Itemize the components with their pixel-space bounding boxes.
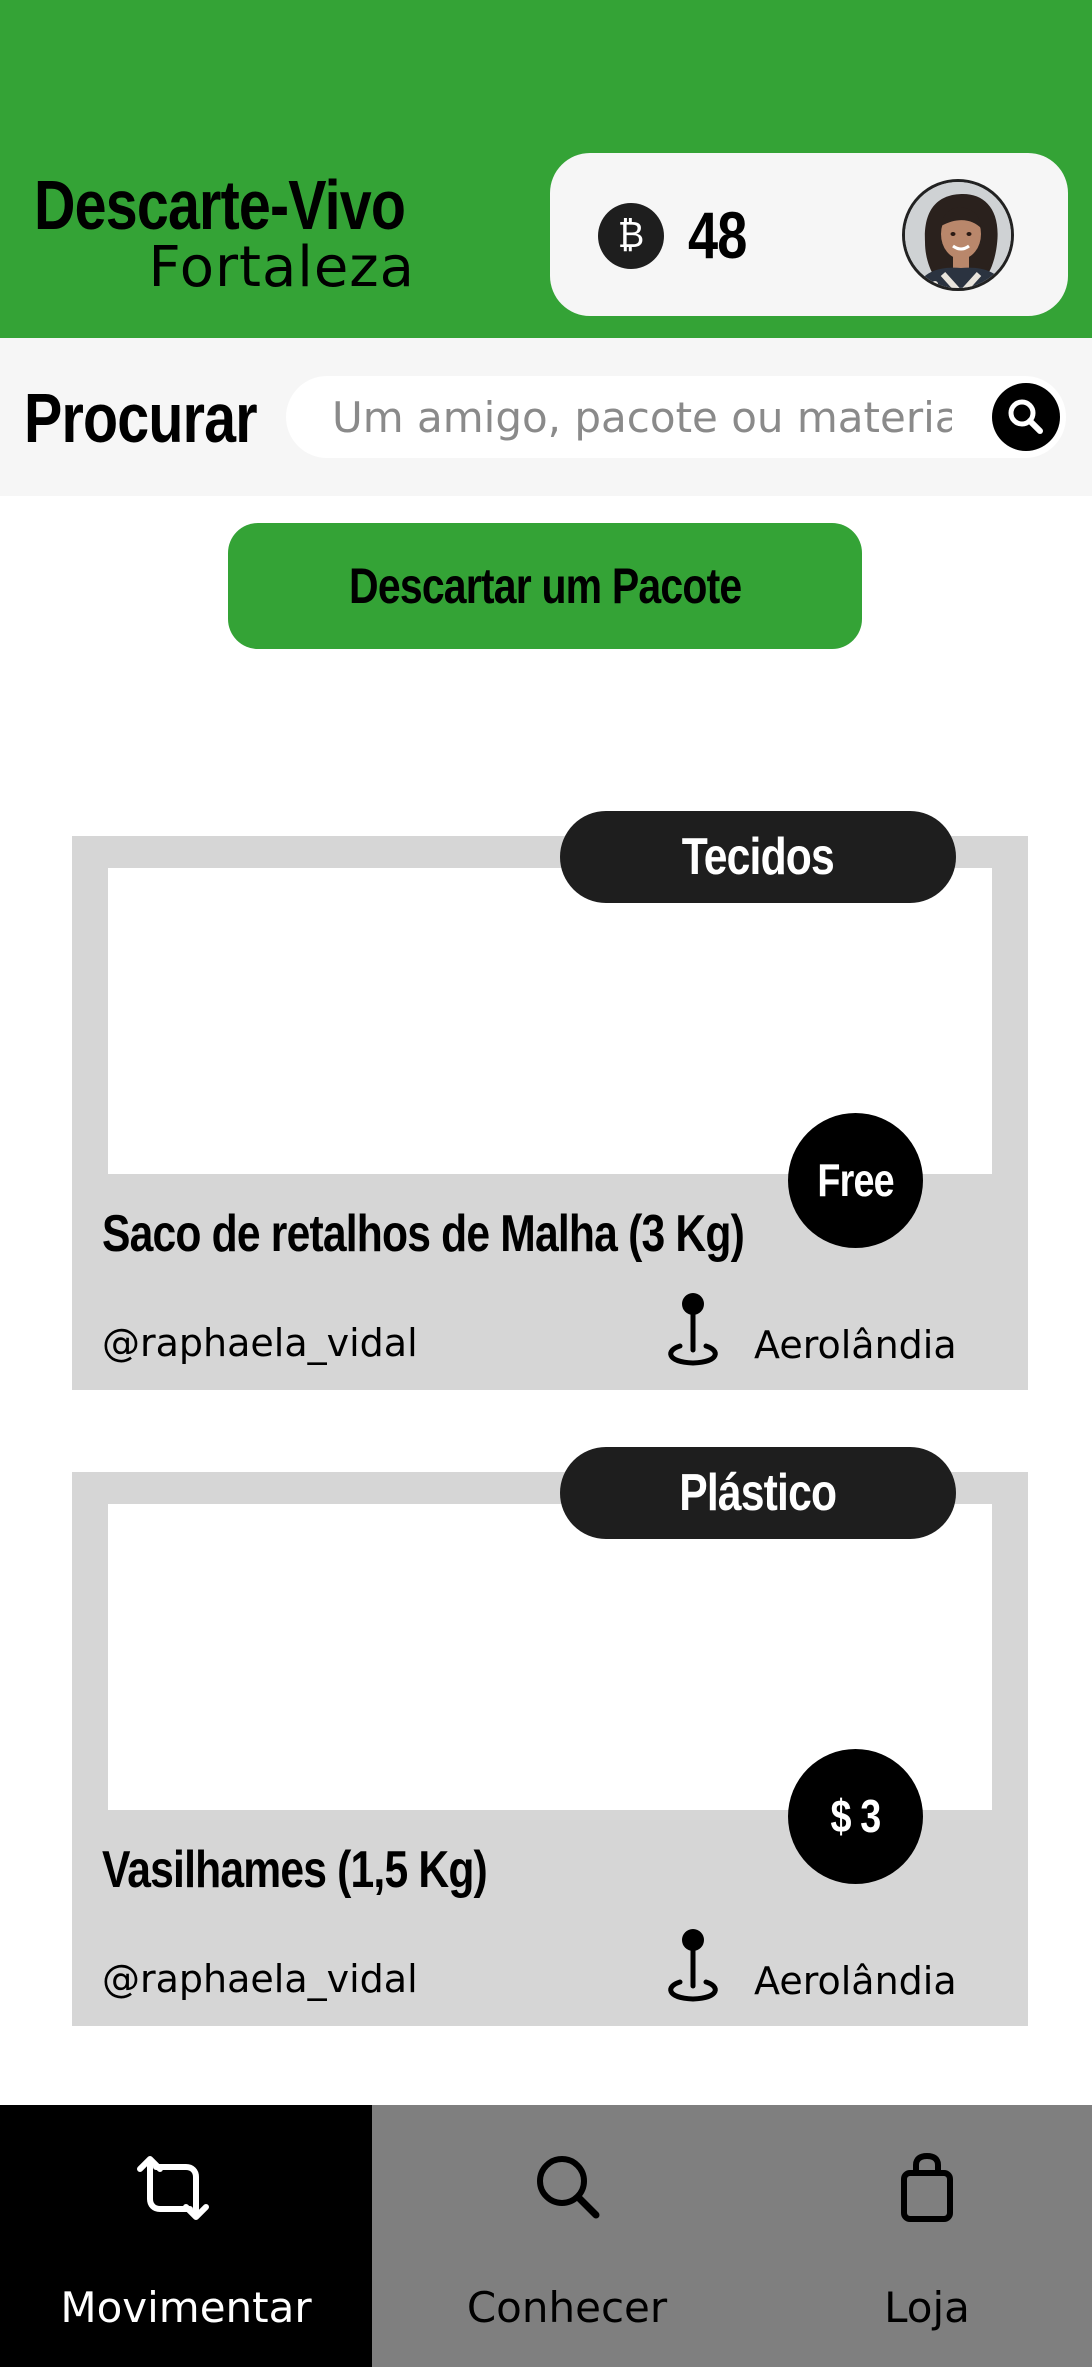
user-balance-card[interactable]: ₿ 48 xyxy=(550,153,1068,316)
search-field[interactable] xyxy=(286,376,1066,458)
discard-package-label: Descartar um Pacote xyxy=(348,558,742,614)
package-card[interactable]: Plástico $ 3 Vasilhames (1,5 Kg) @raphae… xyxy=(72,1447,1028,2026)
location-pin-icon xyxy=(668,1929,718,2002)
package-owner[interactable]: @raphaela_vidal xyxy=(102,1320,418,1366)
discard-package-button[interactable]: Descartar um Pacote xyxy=(228,523,862,649)
price-label: Free xyxy=(817,1154,894,1206)
nav-item-movimentar[interactable]: Movimentar xyxy=(0,2105,372,2367)
category-label: Plástico xyxy=(679,1464,838,1522)
nav-label: Movimentar xyxy=(60,2283,312,2332)
location-pin-icon xyxy=(668,1293,718,1366)
search-input[interactable] xyxy=(332,376,952,458)
package-location: Aerolândia xyxy=(754,1959,957,2003)
category-tag[interactable]: Plástico xyxy=(560,1447,956,1539)
avatar-image xyxy=(905,182,1011,288)
search-icon xyxy=(537,2156,600,2219)
bottom-navigation: Movimentar Conhecer Loja xyxy=(0,2105,1092,2367)
nav-label: Conhecer xyxy=(466,2283,668,2332)
brand-title: Descarte-Vivo xyxy=(34,166,406,244)
shopping-bag-icon xyxy=(901,2152,953,2222)
app-header: Descarte-Vivo Fortaleza ₿ 48 xyxy=(0,0,1092,338)
bitcoin-icon: ₿ xyxy=(598,203,664,269)
avatar[interactable] xyxy=(902,179,1014,291)
search-bar: Procurar xyxy=(0,338,1092,496)
nav-item-loja[interactable]: Loja xyxy=(762,2105,1092,2367)
coin-balance: 48 xyxy=(688,198,747,272)
price-badge: $ 3 xyxy=(788,1749,923,1884)
category-tag[interactable]: Tecidos xyxy=(560,811,956,903)
brand-subtitle: Fortaleza xyxy=(148,235,415,300)
search-button[interactable] xyxy=(992,383,1060,451)
price-badge: Free xyxy=(788,1113,923,1248)
package-title: Saco de retalhos de Malha (3 Kg) xyxy=(102,1205,745,1263)
package-owner[interactable]: @raphaela_vidal xyxy=(102,1956,418,2002)
nav-label: Loja xyxy=(884,2283,970,2332)
search-icon xyxy=(1008,399,1043,434)
nav-item-conhecer[interactable]: Conhecer xyxy=(372,2105,762,2367)
price-label: $ 3 xyxy=(830,1790,882,1842)
category-label: Tecidos xyxy=(681,828,835,886)
repost-icon xyxy=(137,2156,209,2220)
package-card[interactable]: Tecidos Free Saco de retalhos de Malha (… xyxy=(72,811,1028,1390)
package-location: Aerolândia xyxy=(754,1323,957,1367)
search-label: Procurar xyxy=(24,379,258,457)
package-title: Vasilhames (1,5 Kg) xyxy=(102,1841,488,1899)
